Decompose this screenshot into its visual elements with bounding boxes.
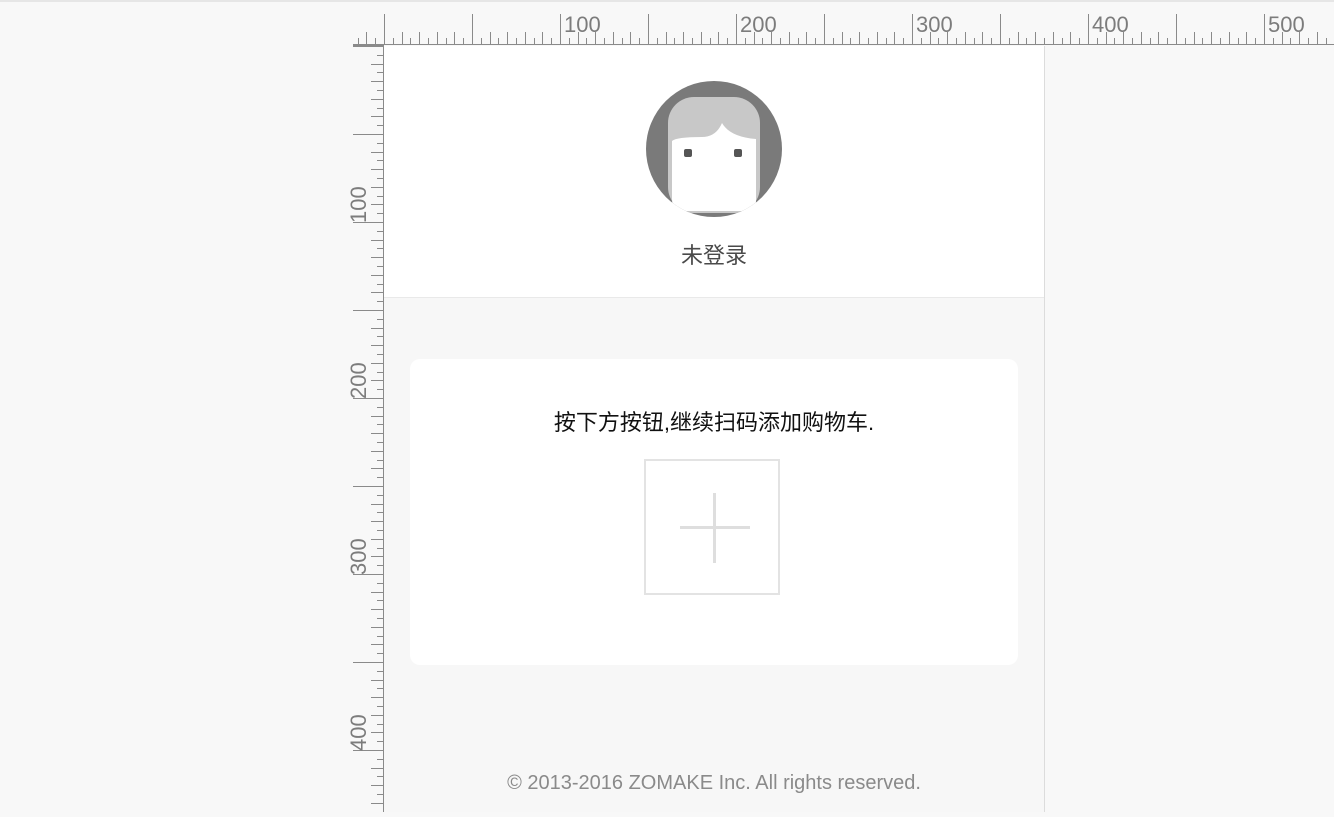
- ruler-label-500: 500: [1268, 12, 1305, 37]
- ruler-label-v-200: 200: [346, 362, 371, 399]
- horizontal-ruler-ticks: [353, 14, 1334, 45]
- vertical-ruler-ticks: [353, 46, 384, 813]
- avatar-graphic: [646, 81, 782, 217]
- default-avatar-icon[interactable]: [646, 81, 782, 217]
- ruler-label-200: 200: [740, 12, 777, 37]
- ruler-label-v-100: 100: [346, 186, 371, 223]
- scan-hint-text: 按下方按钮,继续扫码添加购物车.: [553, 410, 875, 435]
- horizontal-ruler: 100 200 300 400 500: [353, 2, 1334, 46]
- add-scan-button[interactable]: [644, 459, 780, 595]
- ruler-label-v-400: 400: [346, 714, 371, 751]
- ruler-label-v-300: 300: [346, 538, 371, 575]
- copyright-footer: © 2013-2016 ZOMAKE Inc. All rights reser…: [507, 772, 921, 794]
- vertical-ruler: [340, 46, 384, 813]
- scan-card: 按下方按钮,继续扫码添加购物车.: [410, 359, 1018, 665]
- ruler-label-300: 300: [916, 12, 953, 37]
- ruler-label-100: 100: [564, 12, 601, 37]
- profile-header: 未登录: [384, 46, 1044, 298]
- ruler-label-400: 400: [1092, 12, 1129, 37]
- login-status-label[interactable]: 未登录: [384, 238, 1044, 270]
- mobile-viewport: 未登录 按下方按钮,继续扫码添加购物车. © 2013-2016 ZOMAKE …: [384, 46, 1045, 812]
- plus-icon: [713, 493, 716, 563]
